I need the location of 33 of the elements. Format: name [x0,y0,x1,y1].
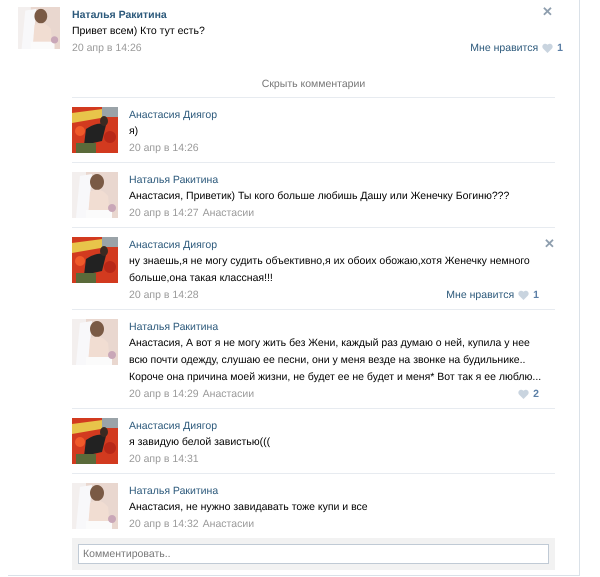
like-count: 1 [533,288,539,303]
like-count: 2 [533,387,539,402]
reply-link[interactable]: Анастасии [202,516,254,532]
comment-date[interactable]: 20 апр в 14:31 [129,451,199,467]
comment-field[interactable]: Комментировать.. [78,544,549,564]
comment-text: Анастасия, не нужно завидавать тоже купи и все [129,500,369,515]
like-link[interactable]: Мне нравится [446,287,514,303]
comment-date[interactable]: 20 апр в 14:26 [129,140,199,156]
author-name[interactable]: Наталья Ракитина [129,172,218,188]
reply-link[interactable]: Анастасии [202,205,254,221]
close-icon[interactable]: ✕ [542,4,553,19]
author-name[interactable]: Наталья Ракитина [129,319,218,335]
comment-text: Анастасия, Приветик) Ты кого больше любишь Дашу или Женечку Богиню??? [129,189,510,204]
comment-date[interactable]: 20 апр в 14:28 [129,287,199,303]
comment-date[interactable]: 20 апр в 14:27 [129,205,199,221]
author-name[interactable]: Анастасия Диягор [129,107,218,123]
hide-comments-link[interactable]: Скрыть комментарии [262,77,366,91]
author-name[interactable]: Анастасия Диягор [129,237,218,253]
comment-text: Анастасия, А вот я не могу жить без Жени, каждый раз думаю о ней, купила у нее всю почти одежду, слушаю ее песни, они у меня везде на звонке на будильнике.. Короче она причина моей жизни, не будет ее не будет и меня* Вот так я ее люблю... [129,336,542,385]
post-text: Привет всем) Кто тут есть? [72,24,206,39]
comment-date[interactable]: 20 апр в 14:32 [129,516,199,532]
comment-text: я завидую белой завистью((( [129,435,272,450]
like-count: 1 [557,41,563,56]
author-name[interactable]: Анастасия Диягор [129,418,218,434]
reply-link[interactable]: Анастасии [202,386,254,402]
author-name[interactable]: Наталья Ракитина [72,7,167,23]
like-link[interactable]: Мне нравится [470,40,538,56]
comment-date[interactable]: 20 апр в 14:29 [129,386,199,402]
close-icon[interactable]: ✕ [544,236,555,251]
comment-text: ну знаешь,я не могу судить объективно,я их обоих обожаю,хотя Женечку немного больше,она такая классная!!! [129,254,531,286]
comment-date[interactable]: 20 апр в 14:26 [72,40,142,56]
author-name[interactable]: Наталья Ракитина [129,483,218,499]
comment-text: я) [129,124,140,139]
